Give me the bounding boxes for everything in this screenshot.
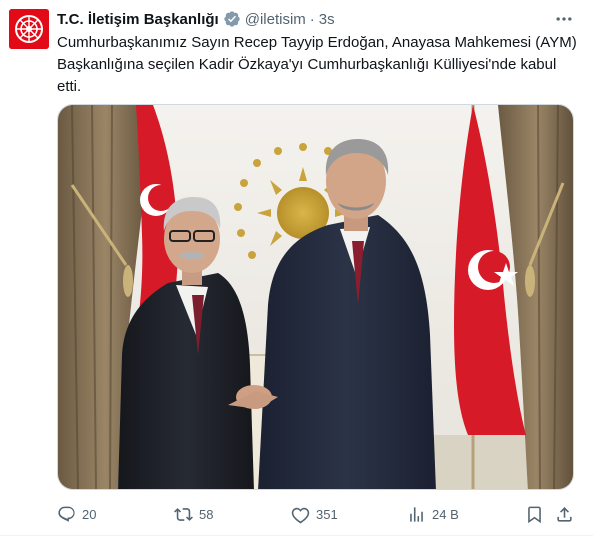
tweet-photo[interactable]	[57, 104, 574, 490]
tweet[interactable]: T.C. İletişim Başkanlığı @iletisim · 3s …	[0, 0, 593, 536]
repost-button[interactable]: 58	[174, 503, 213, 525]
repost-icon	[174, 507, 193, 521]
repost-count: 58	[199, 506, 214, 522]
share-icon	[557, 506, 572, 522]
verified-badge-icon[interactable]	[223, 10, 241, 28]
share-button[interactable]	[555, 503, 574, 525]
author-handle[interactable]: @iletisim	[245, 11, 306, 28]
bookmark-button[interactable]	[525, 503, 544, 525]
tweet-actions: 20 58 351 24 B	[57, 503, 577, 525]
more-options-button[interactable]	[552, 9, 576, 29]
photo-icon	[58, 105, 573, 489]
author-display-name[interactable]: T.C. İletişim Başkanlığı	[57, 11, 219, 28]
reply-button[interactable]: 20	[57, 503, 96, 525]
reply-count: 20	[82, 506, 97, 522]
reply-icon	[58, 506, 75, 522]
views-button[interactable]: 24 B	[407, 503, 459, 525]
separator-dot: ·	[309, 10, 315, 28]
tweet-timestamp[interactable]: 3s	[319, 11, 335, 28]
tweet-header: T.C. İletişim Başkanlığı @iletisim · 3s	[57, 9, 335, 29]
bookmark-icon	[528, 506, 541, 523]
views-count: 24 B	[432, 506, 459, 522]
tweet-text: Cumhurbaşkanımız Sayın Recep Tayyip Erdo…	[57, 34, 577, 95]
like-count: 351	[316, 506, 338, 522]
institution-logo-icon	[9, 9, 49, 49]
heart-icon	[291, 507, 310, 523]
ellipsis-icon	[556, 17, 572, 21]
avatar[interactable]	[9, 9, 49, 49]
like-button[interactable]: 351	[291, 503, 338, 525]
views-chart-icon	[410, 506, 423, 522]
